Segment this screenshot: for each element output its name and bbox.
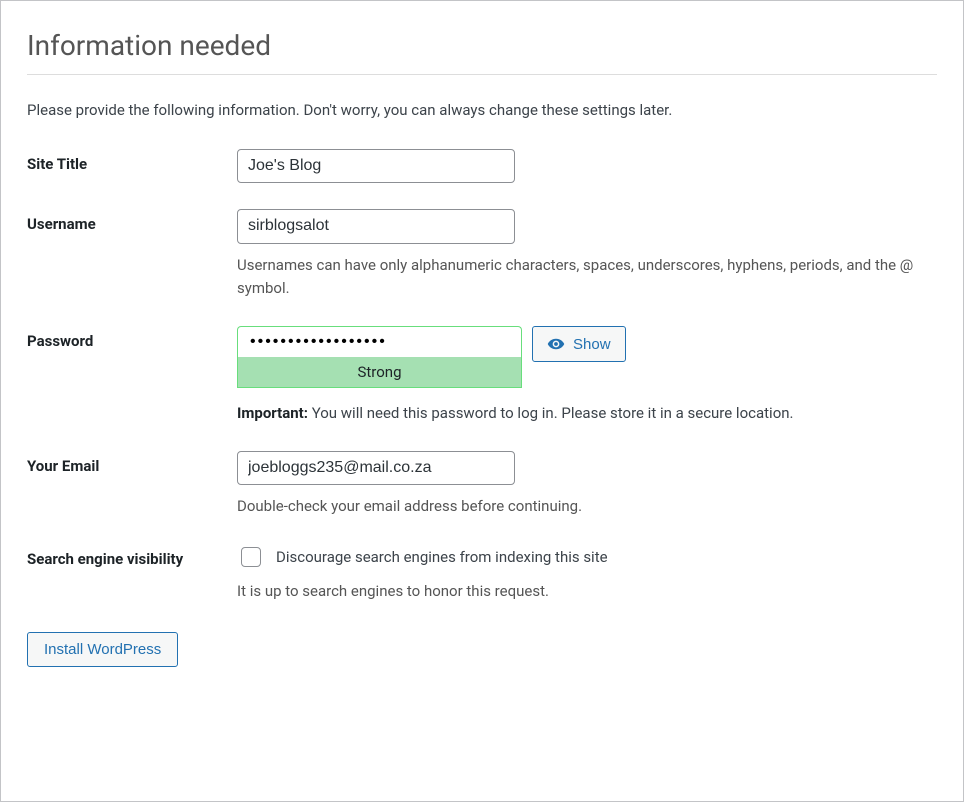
divider — [27, 74, 937, 75]
install-panel: Information needed Please provide the fo… — [0, 0, 964, 802]
password-strength-meter: Strong — [237, 357, 522, 388]
username-input[interactable] — [237, 209, 515, 243]
site-title-input[interactable] — [237, 149, 515, 183]
setup-form: Site Title Username Usernames can have o… — [27, 149, 937, 604]
row-username: Username Usernames can have only alphanu… — [27, 209, 937, 300]
show-password-label: Show — [573, 336, 611, 353]
visibility-help: It is up to search engines to honor this… — [237, 580, 917, 603]
email-input[interactable] — [237, 451, 515, 485]
label-username: Username — [27, 209, 237, 235]
label-password: Password — [27, 326, 237, 352]
row-email: Your Email Double-check your email addre… — [27, 451, 937, 519]
label-email: Your Email — [27, 451, 237, 477]
row-password: Password Strong Show Important: You will… — [27, 326, 937, 425]
install-wordpress-button[interactable]: Install WordPress — [27, 632, 178, 667]
visibility-checkbox[interactable] — [241, 547, 261, 567]
submit-area: Install WordPress — [27, 632, 937, 667]
password-important-text: You will need this password to log in. P… — [312, 404, 794, 422]
show-password-button[interactable]: Show — [532, 326, 626, 362]
email-help: Double-check your email address before c… — [237, 495, 917, 518]
visibility-checkbox-label: Discourage search engines from indexing … — [276, 548, 608, 566]
password-important-label: Important: — [237, 404, 308, 422]
row-site-title: Site Title — [27, 149, 937, 183]
eye-icon — [547, 335, 565, 353]
label-site-title: Site Title — [27, 149, 237, 175]
label-visibility: Search engine visibility — [27, 544, 237, 570]
row-visibility: Search engine visibility Discourage sear… — [27, 544, 937, 603]
username-help: Usernames can have only alphanumeric cha… — [237, 254, 917, 301]
password-input[interactable] — [237, 326, 522, 357]
page-heading: Information needed — [27, 29, 937, 62]
intro-text: Please provide the following information… — [27, 101, 937, 119]
password-important: Important: You will need this password t… — [237, 402, 937, 425]
